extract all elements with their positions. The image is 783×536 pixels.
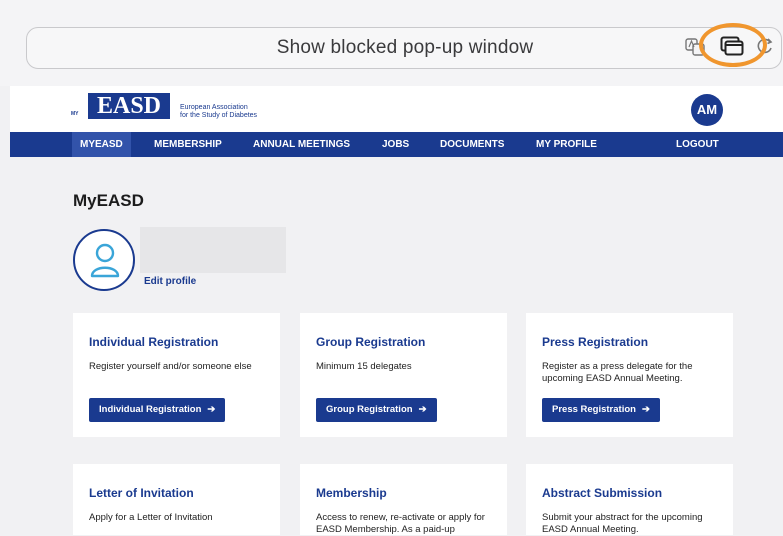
card-description: Apply for a Letter of Invitation <box>89 512 213 523</box>
card-description: Register yourself and/or someone else <box>89 361 252 372</box>
profile-name-placeholder <box>140 227 286 273</box>
card-title: Letter of Invitation <box>89 486 194 500</box>
highlight-circle <box>699 23 767 67</box>
card-title: Group Registration <box>316 335 426 349</box>
nav-logout[interactable]: LOGOUT <box>668 132 727 157</box>
arrow-right-icon: ➔ <box>418 404 427 415</box>
card-abstract-submission: Abstract Submission Submit your abstract… <box>526 464 733 535</box>
nav-myeasd[interactable]: MYEASD <box>72 132 131 157</box>
arrow-right-icon: ➔ <box>641 404 650 415</box>
nav-annual-meetings[interactable]: ANNUAL MEETINGS <box>245 132 358 157</box>
edit-profile-link[interactable]: Edit profile <box>144 276 196 287</box>
button-label: Individual Registration <box>99 404 202 415</box>
org-name-line2: for the Study of Diabetes <box>180 112 258 119</box>
button-label: Group Registration <box>326 404 413 415</box>
org-name-line1: European Association <box>180 104 248 111</box>
blocked-popup-bar[interactable]: Show blocked pop-up window <box>26 27 782 69</box>
nav-membership[interactable]: MEMBERSHIP <box>146 132 230 157</box>
page-title: MyEASD <box>73 191 144 210</box>
popup-message: Show blocked pop-up window <box>276 37 534 58</box>
profile-avatar[interactable] <box>73 229 135 291</box>
user-icon <box>90 243 120 278</box>
card-title: Membership <box>316 486 387 500</box>
easd-logo[interactable]: EASD <box>88 93 170 119</box>
card-description: Submit your abstract for the upcoming EA… <box>542 512 703 535</box>
main-nav: MYEASD MEMBERSHIP ANNUAL MEETINGS JOBS D… <box>10 132 783 157</box>
card-individual-registration: Individual Registration Register yoursel… <box>73 313 280 437</box>
card-title: Press Registration <box>542 335 649 349</box>
card-letter-of-invitation: Letter of Invitation Apply for a Letter … <box>73 464 280 535</box>
card-description: Access to renew, re-activate or apply fo… <box>316 512 485 535</box>
card-group-registration: Group Registration Minimum 15 delegates … <box>300 313 507 437</box>
nav-jobs[interactable]: JOBS <box>374 132 417 157</box>
nav-documents[interactable]: DOCUMENTS <box>432 132 512 157</box>
card-description: Minimum 15 delegates <box>316 361 412 372</box>
card-description: Register as a press delegate for the upc… <box>542 361 693 384</box>
button-label: Press Registration <box>552 404 636 415</box>
individual-registration-button[interactable]: Individual Registration ➔ <box>89 398 226 422</box>
logo-my: MY <box>71 111 79 117</box>
group-registration-button[interactable]: Group Registration ➔ <box>316 398 437 422</box>
card-title: Individual Registration <box>89 335 219 349</box>
card-title: Abstract Submission <box>542 486 663 500</box>
user-avatar[interactable]: AM <box>691 94 723 126</box>
nav-my-profile[interactable]: MY PROFILE <box>528 132 605 157</box>
org-name: European Association for the Study of Di… <box>180 104 257 120</box>
press-registration-button[interactable]: Press Registration ➔ <box>542 398 660 422</box>
arrow-right-icon: ➔ <box>207 404 216 415</box>
card-press-registration: Press Registration Register as a press d… <box>526 313 733 437</box>
card-membership: Membership Access to renew, re-activate … <box>300 464 507 535</box>
